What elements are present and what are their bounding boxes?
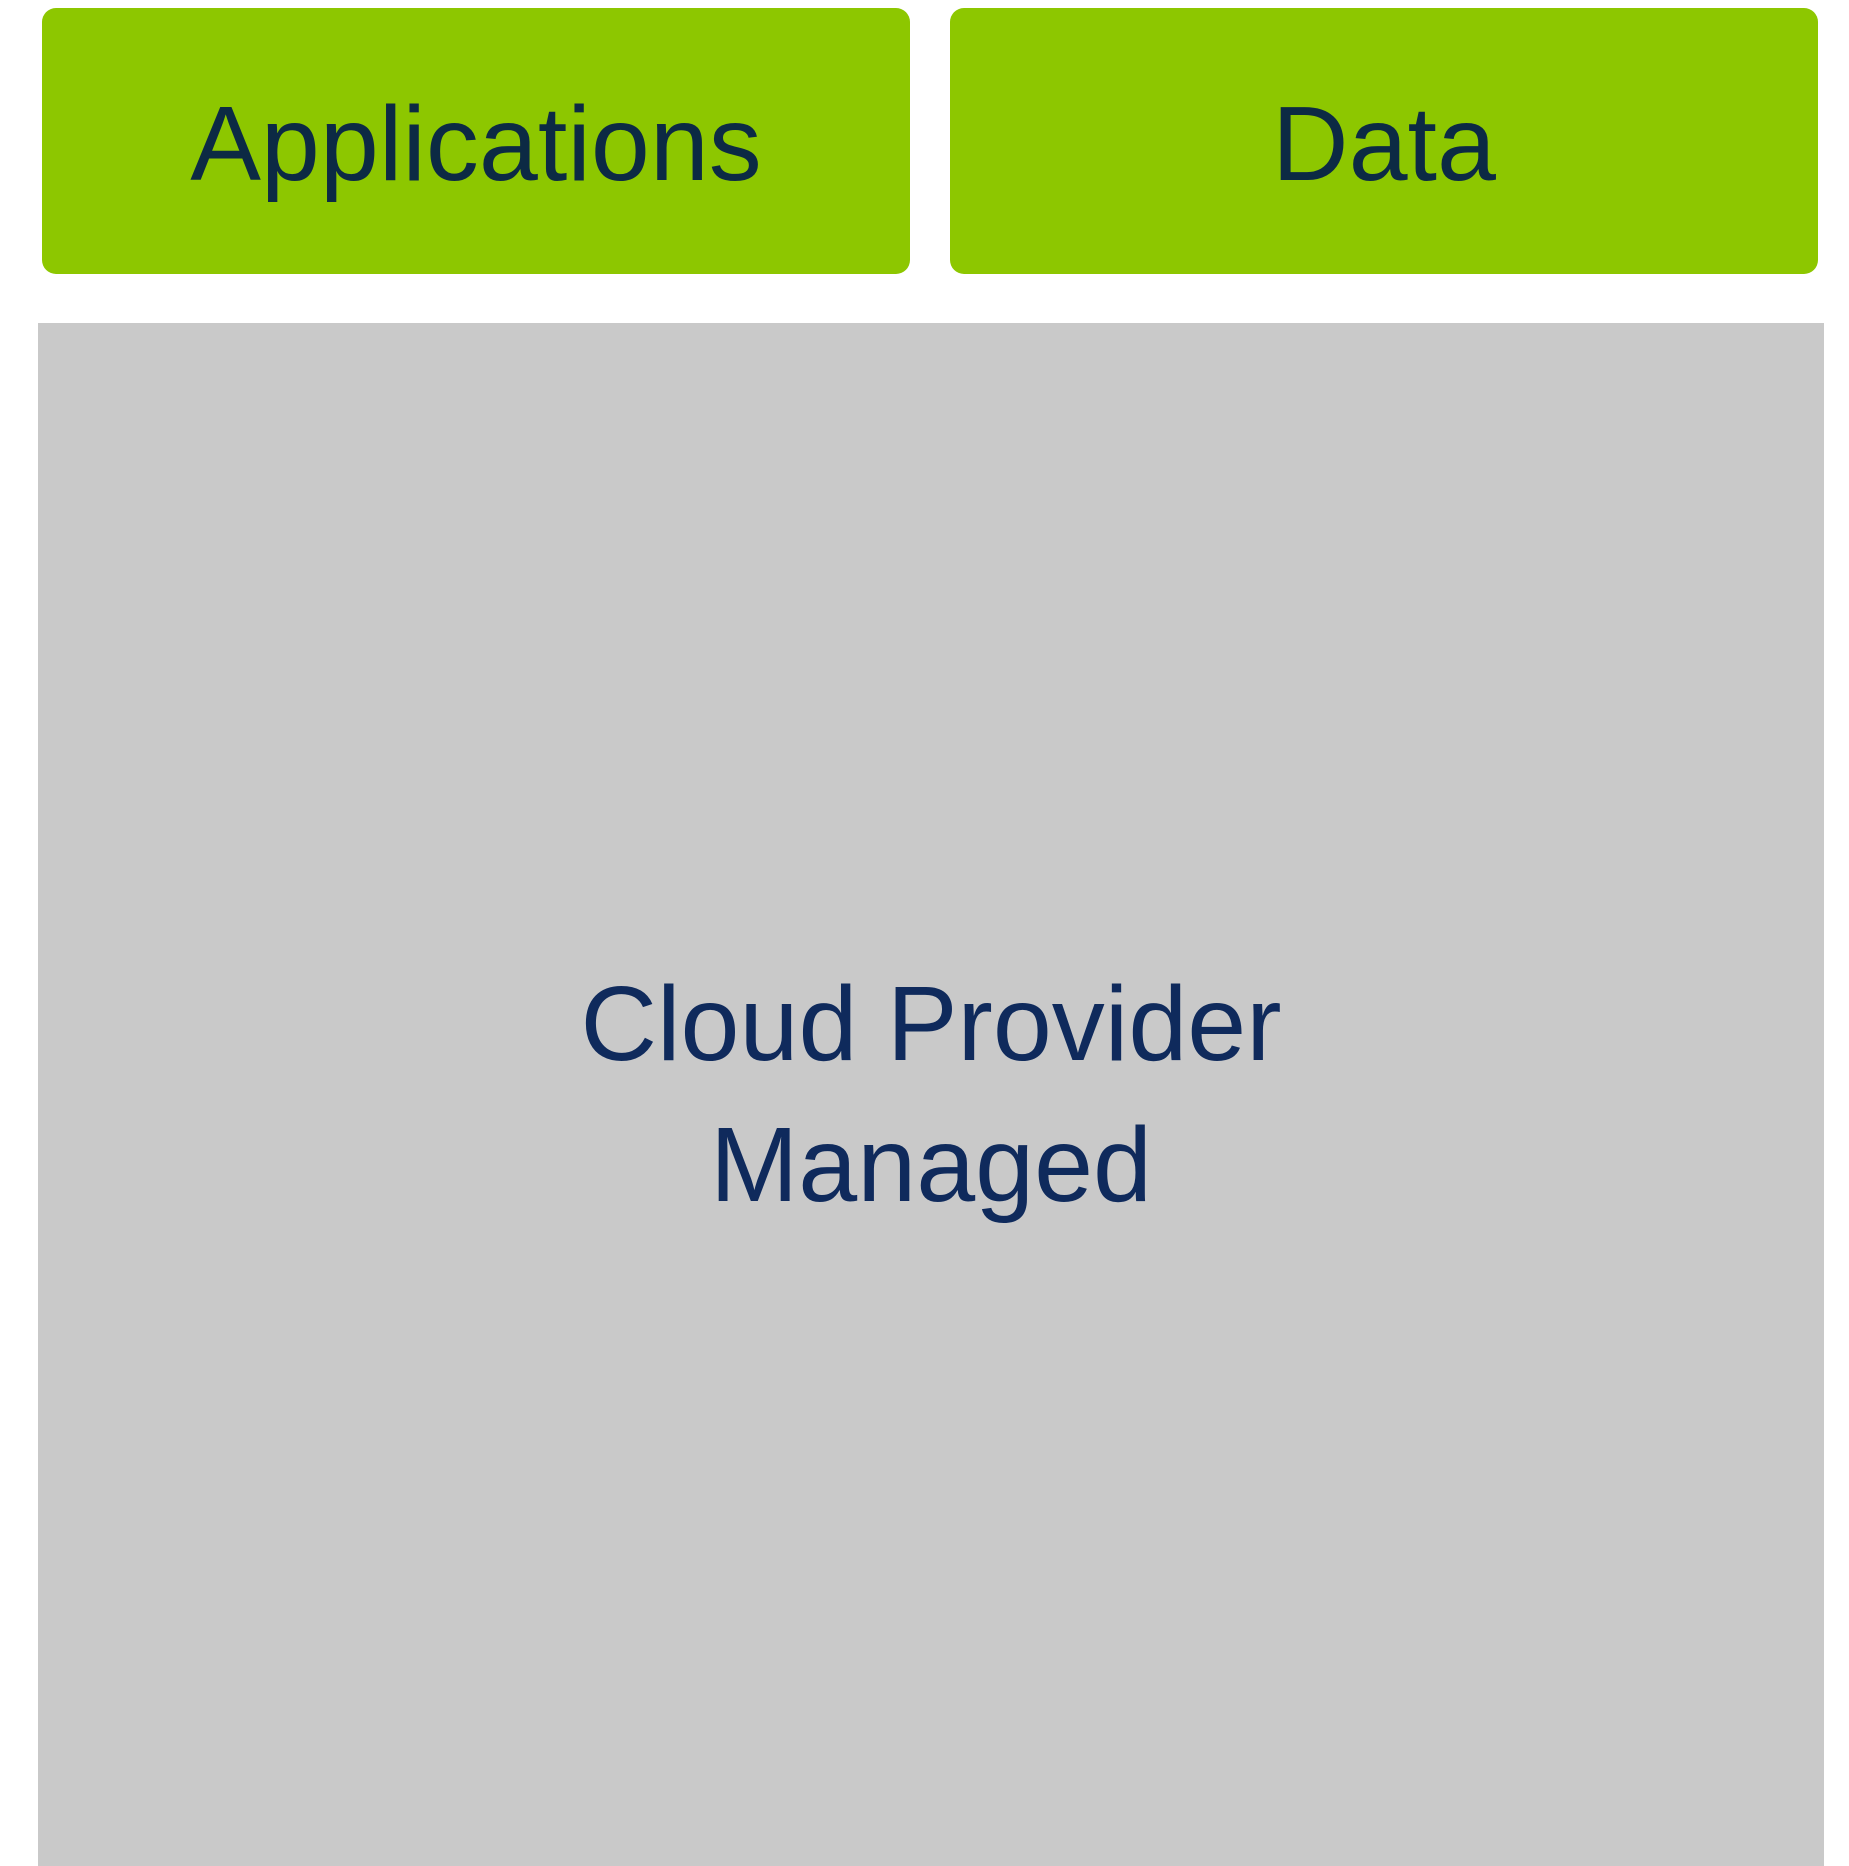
managed-label-line-1: Cloud Provider [580,964,1282,1083]
cloud-provider-managed-block: Cloud Provider Managed [38,323,1824,1866]
applications-label: Applications [190,85,762,204]
data-label: Data [1272,85,1496,204]
managed-label-line-2: Managed [709,1105,1152,1224]
data-block: Data [950,8,1818,274]
applications-block: Applications [42,8,910,274]
